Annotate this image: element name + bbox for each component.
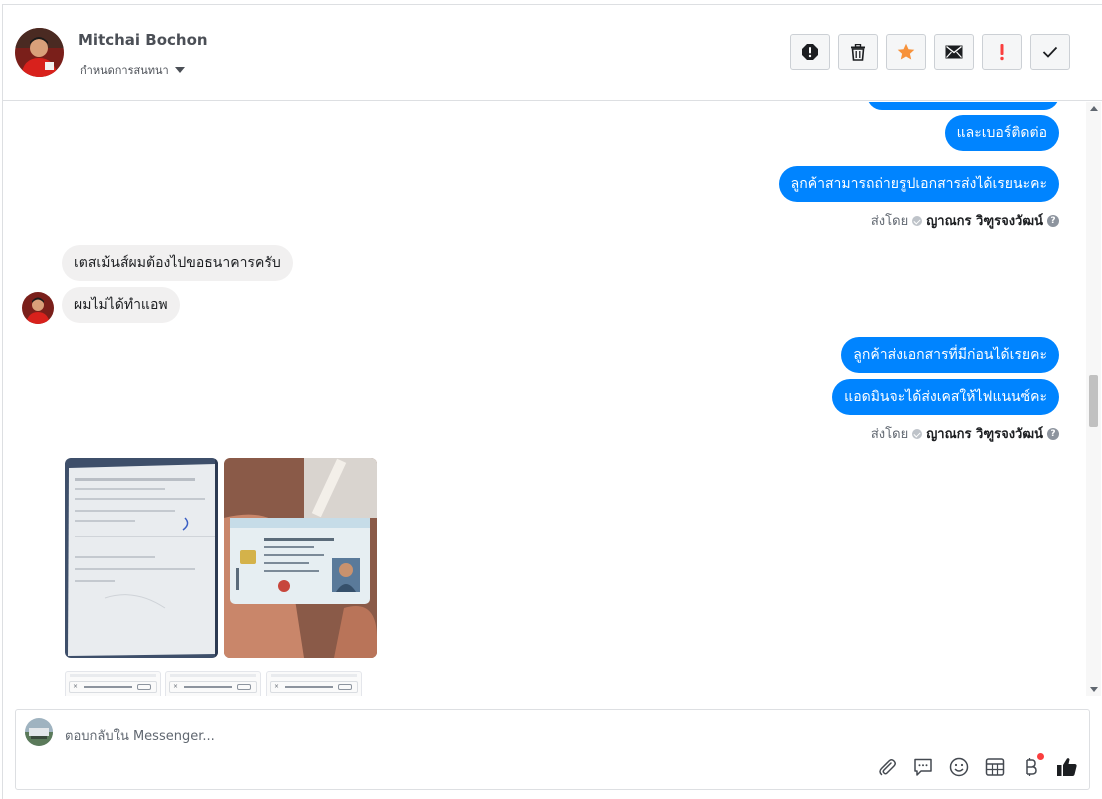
contact-avatar[interactable] — [15, 28, 64, 77]
saved-replies-button[interactable] — [912, 756, 934, 778]
mark-unread-button[interactable] — [934, 34, 974, 70]
message-scrollbar[interactable] — [1086, 102, 1101, 696]
message-bubble-outgoing[interactable]: แอดมินจะได้ส่งเคสให้ไฟแนนซ์คะ — [832, 379, 1059, 415]
composer-toolbar — [876, 753, 1078, 778]
delete-button[interactable] — [838, 34, 878, 70]
envelope-icon — [945, 45, 963, 59]
message-bubble-outgoing[interactable]: ลูกค้าสามารถถ่ายรูปเอกสารส่งได้เรยนะคะ — [778, 166, 1059, 202]
sent-by-line: ส่งโดย ญาณกร วิฑูรจงวัฒน์ ? — [871, 210, 1059, 231]
message-bubble-incoming[interactable]: เตสเม้นส์ผมต้องไปขอธนาคารครับ — [62, 245, 293, 281]
contact-name[interactable]: Mitchai Bochon — [78, 31, 208, 49]
attachment-thumbnail[interactable]: × — [165, 671, 261, 696]
attach-file-button[interactable] — [876, 756, 898, 778]
trash-icon — [851, 43, 865, 61]
attachment-thumbnail[interactable]: × — [266, 671, 362, 696]
exclamation-icon — [1000, 44, 1004, 61]
verified-check-icon — [912, 428, 923, 439]
scroll-up-arrow-icon[interactable] — [1090, 106, 1098, 111]
notification-dot — [1037, 753, 1044, 760]
star-button[interactable] — [886, 34, 926, 70]
send-like-button[interactable] — [1056, 756, 1078, 778]
conversation-header: Mitchai Bochon กำหนดการสนทนา — [3, 5, 1102, 101]
bitcoin-icon — [1026, 758, 1037, 776]
conversation-toolbar — [790, 34, 1070, 70]
reply-input[interactable] — [65, 725, 845, 747]
reply-composer — [15, 709, 1090, 790]
paperclip-icon — [879, 759, 896, 776]
sender-name[interactable]: ญาณกร วิฑูรจงวัฒน์ — [926, 423, 1043, 444]
conversation-settings-label: กำหนดการสนทนา — [80, 64, 169, 77]
attachment-thumbnail[interactable]: × — [65, 671, 161, 696]
appointment-button[interactable] — [984, 756, 1006, 778]
scroll-thumb[interactable] — [1089, 375, 1098, 427]
sender-name[interactable]: ญาณกร วิฑูรจงวัฒน์ — [926, 210, 1043, 231]
table-icon — [985, 758, 1005, 776]
smiley-icon — [949, 757, 969, 777]
help-icon[interactable]: ? — [1047, 214, 1059, 227]
star-icon — [897, 43, 915, 60]
thumbs-up-icon — [1057, 758, 1077, 776]
message-bubble-outgoing[interactable]: และเบอร์ติดต่อ — [944, 115, 1059, 151]
report-button[interactable] — [790, 34, 830, 70]
sent-by-line: ส่งโดย ญาณกร วิฑูรจงวัฒน์ ? — [871, 423, 1059, 444]
page-avatar — [25, 718, 53, 746]
message-thread: และเบอร์ติดต่อ ลูกค้าสามารถถ่ายรูปเอกสาร… — [3, 102, 1102, 696]
message-bubble-incoming[interactable]: ผมไม่ได้ทำแอพ — [62, 287, 180, 323]
important-button[interactable] — [982, 34, 1022, 70]
speech-bubble-icon — [914, 758, 932, 776]
contact-avatar-small[interactable] — [22, 292, 54, 324]
checkmark-icon — [1042, 46, 1058, 58]
sent-by-label: ส่งโดย — [870, 427, 909, 442]
message-bubble-outgoing[interactable]: ลูกค้าส่งเอกสารที่มีก่อนได้เรยคะ — [841, 337, 1059, 373]
scroll-down-arrow-icon[interactable] — [1090, 687, 1098, 692]
payment-button[interactable] — [1020, 753, 1044, 778]
message-bubble-outgoing-partial[interactable] — [867, 102, 1059, 110]
conversation-settings-dropdown[interactable]: กำหนดการสนทนา — [80, 61, 185, 79]
help-icon[interactable]: ? — [1047, 427, 1059, 440]
attachment-photo-id-card[interactable] — [224, 458, 377, 658]
conversation-panel: Mitchai Bochon กำหนดการสนทนา และเบอร์ติด… — [2, 4, 1102, 799]
sent-by-label: ส่งโดย — [870, 214, 909, 229]
done-button[interactable] — [1030, 34, 1070, 70]
emoji-button[interactable] — [948, 756, 970, 778]
exclamation-circle-icon — [802, 44, 818, 60]
attachment-photo-document[interactable] — [65, 458, 218, 658]
verified-check-icon — [912, 215, 923, 226]
caret-down-icon — [174, 67, 185, 73]
